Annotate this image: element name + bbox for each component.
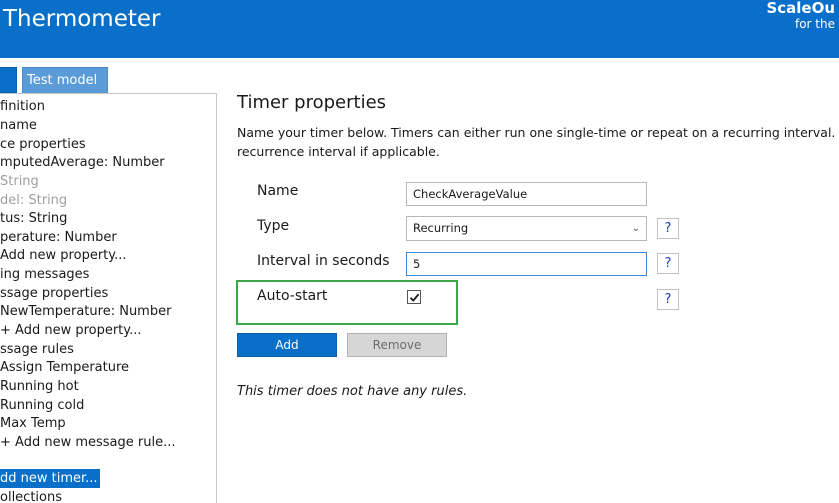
app-header: Thermometer ScaleOu for the: [0, 0, 839, 58]
model-tree: finition name ce properties mputedAverag…: [0, 93, 217, 503]
tree-item-message-properties[interactable]: ssage properties: [0, 284, 108, 303]
tab-test-model[interactable]: Test model: [22, 67, 108, 93]
panel-description: Name your timer below. Timers can either…: [237, 123, 839, 161]
tree-item-add-message-property[interactable]: + Add new property...: [0, 321, 142, 340]
checkmark-icon: [409, 293, 420, 302]
interval-field[interactable]: [406, 252, 647, 276]
tree-item-add-timer[interactable]: dd new timer...: [0, 469, 100, 488]
tree-item-add-message-rule[interactable]: + Add new message rule...: [0, 433, 175, 452]
app-title: Thermometer: [3, 6, 161, 32]
brand-name: ScaleOu: [766, 0, 835, 17]
tree-item-running-cold[interactable]: Running cold: [0, 396, 84, 415]
panel-title: Timer properties: [237, 92, 387, 113]
type-help-button[interactable]: ?: [657, 218, 679, 239]
tab-model[interactable]: el: [0, 67, 17, 93]
type-select-value: Recurring: [413, 221, 469, 235]
tree-item-max-temp[interactable]: Max Temp: [0, 414, 66, 433]
tree-item-model-string[interactable]: del: String: [0, 191, 67, 210]
tree-item-running-hot[interactable]: Running hot: [0, 377, 79, 396]
brand-tagline: for the: [794, 17, 835, 31]
tree-item-status[interactable]: tus: String: [0, 209, 67, 228]
interval-help-button[interactable]: ?: [657, 253, 679, 274]
panel-description-line1: Name your timer below. Timers can either…: [237, 125, 839, 140]
type-select[interactable]: Recurring ⌄: [406, 216, 647, 241]
name-field[interactable]: [406, 182, 647, 206]
tree-item-incoming-messages[interactable]: ing messages: [0, 265, 89, 284]
add-button[interactable]: Add: [237, 333, 337, 357]
tree-item-temperature[interactable]: perature: Number: [0, 228, 117, 247]
tree-item-instance-properties[interactable]: ce properties: [0, 135, 86, 154]
tree-item-definition[interactable]: finition: [0, 97, 45, 116]
autostart-help-button[interactable]: ?: [657, 289, 679, 310]
tree-item-add-property[interactable]: Add new property...: [0, 246, 127, 265]
autostart-label: Auto-start: [257, 288, 328, 304]
tree-item-name[interactable]: name: [0, 116, 37, 135]
no-rules-message: This timer does not have any rules.: [237, 384, 468, 399]
chevron-down-icon: ⌄: [631, 223, 640, 234]
tree-item-id-string[interactable]: String: [0, 172, 39, 191]
panel-description-line2: recurrence interval if applicable.: [237, 144, 440, 159]
remove-button[interactable]: Remove: [347, 333, 447, 357]
tree-item-assign-temperature[interactable]: Assign Temperature: [0, 358, 129, 377]
tree-item-collections[interactable]: ollections: [0, 488, 62, 503]
tree-item-computed-average[interactable]: mputedAverage: Number: [0, 153, 165, 172]
autostart-checkbox[interactable]: [407, 290, 421, 304]
tree-item-message-rules[interactable]: ssage rules: [0, 340, 74, 359]
interval-label: Interval in seconds: [257, 253, 390, 269]
name-label: Name: [257, 183, 299, 199]
brand-logo: ScaleOu for the: [766, 0, 835, 31]
tree-item-new-temperature[interactable]: NewTemperature: Number: [0, 302, 171, 321]
type-label: Type: [257, 218, 290, 234]
